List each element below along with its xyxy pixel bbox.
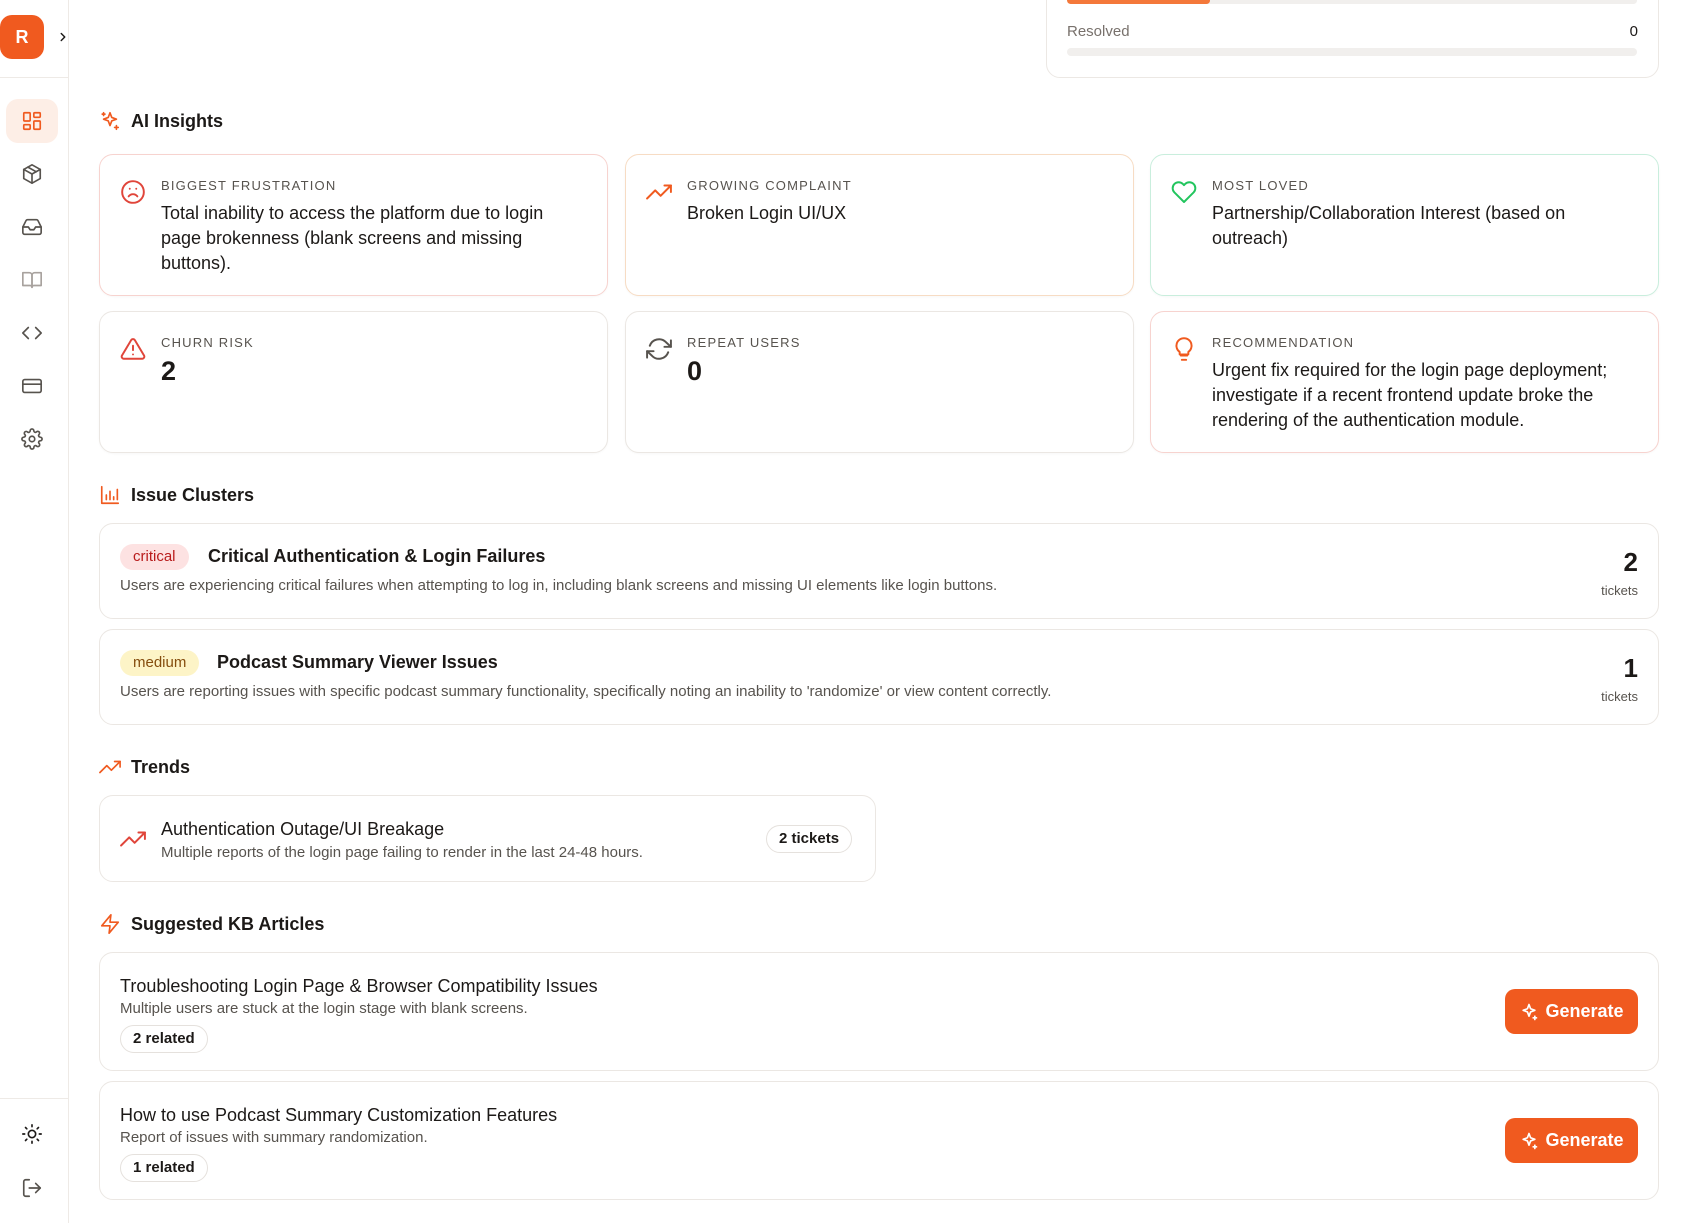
- logout-button[interactable]: [6, 1166, 58, 1210]
- status-value: 0: [1629, 23, 1638, 40]
- insight-value: 0: [687, 356, 703, 386]
- kb-article-card: How to use Podcast Summary Customization…: [99, 1081, 1659, 1200]
- insight-value: 2: [161, 356, 177, 386]
- nav-billing[interactable]: [6, 364, 58, 408]
- status-label: Resolved: [1067, 23, 1130, 40]
- insight-label: Recommendation: [1212, 335, 1355, 350]
- kb-article-description: Multiple users are stuck at the login st…: [120, 1000, 528, 1017]
- related-count-badge: 2 related: [120, 1025, 208, 1053]
- nav-dashboard[interactable]: [6, 99, 58, 143]
- status-card: Resolved 0: [1046, 0, 1659, 78]
- theme-toggle[interactable]: [6, 1112, 58, 1156]
- trend-ticket-count: 2 tickets: [766, 825, 853, 853]
- insight-repeat-users: Repeat Users 0: [625, 311, 1134, 453]
- cluster-title: Podcast Summary Viewer Issues: [217, 652, 498, 672]
- zap-icon: [100, 914, 120, 934]
- generate-button[interactable]: Generate: [1505, 989, 1638, 1034]
- cluster-card[interactable]: critical Critical Authentication & Login…: [99, 523, 1659, 619]
- generate-button[interactable]: Generate: [1505, 1118, 1638, 1163]
- settings-icon: [21, 428, 43, 450]
- chevron-right-icon: [60, 32, 66, 42]
- severity-badge: critical: [120, 544, 189, 570]
- insight-text: Partnership/Collaboration Interest (base…: [1212, 203, 1566, 248]
- insight-label: Biggest Frustration: [161, 178, 337, 193]
- nav-inbox[interactable]: [6, 205, 58, 249]
- severity-badge: medium: [120, 650, 200, 676]
- insight-biggest-frustration: Biggest Frustration Total inability to a…: [99, 154, 608, 296]
- credit-card-icon: [22, 378, 42, 394]
- lightbulb-icon: [1175, 337, 1193, 361]
- kb-article-card: Troubleshooting Login Page & Browser Com…: [99, 952, 1659, 1071]
- sparkles-icon: [1522, 1132, 1538, 1149]
- cluster-description: Users are reporting issues with specific…: [120, 683, 1052, 700]
- trend-title: Authentication Outage/UI Breakage: [161, 819, 445, 839]
- generate-button-label: Generate: [1545, 1130, 1624, 1150]
- sidebar-divider: [0, 77, 69, 78]
- sidebar: R: [0, 0, 69, 1223]
- section-issue-clusters: Issue Clusters: [99, 484, 254, 506]
- section-title-text: AI Insights: [131, 110, 224, 131]
- section-title-text: Trends: [131, 756, 191, 777]
- trend-description: Multiple reports of the login page faili…: [161, 844, 643, 861]
- insight-label: Growing Complaint: [687, 178, 852, 193]
- insight-most-loved: Most Loved Partnership/Collaboration Int…: [1150, 154, 1659, 296]
- related-count-badge: 1 related: [120, 1154, 208, 1182]
- kb-article-title: How to use Podcast Summary Customization…: [120, 1105, 558, 1125]
- heart-icon: [1171, 181, 1197, 203]
- workspace-logo[interactable]: R: [0, 15, 44, 59]
- insight-label: Churn Risk: [161, 335, 254, 350]
- dashboard-icon: [22, 111, 42, 131]
- generate-button-label: Generate: [1545, 1001, 1624, 1021]
- sparkles-icon: [1522, 1003, 1538, 1020]
- inbox-icon: [22, 218, 42, 236]
- insight-text: Broken Login UI/UX: [687, 203, 847, 223]
- code-icon: [22, 326, 42, 340]
- cluster-title: Critical Authentication & Login Failures: [208, 546, 546, 566]
- nav-products[interactable]: [6, 152, 58, 196]
- frown-icon: [121, 180, 145, 204]
- trending-up-icon: [99, 760, 121, 774]
- expand-sidebar-button[interactable]: [52, 24, 74, 50]
- insight-churn-risk: Churn Risk 2: [99, 311, 608, 453]
- cluster-ticket-unit: tickets: [1601, 583, 1638, 598]
- cluster-card[interactable]: medium Podcast Summary Viewer Issues Use…: [99, 629, 1659, 725]
- main-content: Resolved 0 AI Insights Biggest Frustrati…: [99, 0, 1659, 1223]
- insight-text: Total inability to access the platform d…: [161, 203, 544, 273]
- section-trends: Trends: [99, 756, 190, 778]
- insight-growing-complaint: Growing Complaint Broken Login UI/UX: [625, 154, 1134, 296]
- nav-developer[interactable]: [6, 311, 58, 355]
- cluster-ticket-count: 2: [1623, 547, 1638, 577]
- section-ai-insights: AI Insights: [99, 110, 223, 132]
- trending-up-icon: [120, 831, 146, 847]
- refresh-icon: [646, 338, 672, 360]
- sparkles-icon: [101, 111, 120, 131]
- trend-card[interactable]: Authentication Outage/UI Breakage Multip…: [99, 795, 876, 882]
- cluster-description: Users are experiencing critical failures…: [120, 577, 998, 594]
- trending-up-icon: [646, 184, 672, 200]
- warning-icon: [120, 338, 146, 360]
- nav-knowledge-base[interactable]: [6, 258, 58, 302]
- kb-article-description: Report of issues with summary randomizat…: [120, 1129, 428, 1146]
- package-icon: [22, 164, 42, 184]
- logout-icon: [22, 1178, 42, 1198]
- bar-chart-icon: [100, 485, 120, 505]
- insight-recommendation: Recommendation Urgent fix required for t…: [1150, 311, 1659, 453]
- status-progress-bar: [1067, 0, 1637, 4]
- kb-article-title: Troubleshooting Login Page & Browser Com…: [120, 976, 598, 996]
- cluster-ticket-unit: tickets: [1601, 689, 1638, 704]
- book-icon: [22, 271, 42, 289]
- section-title-text: Issue Clusters: [131, 484, 255, 505]
- insight-label: Repeat Users: [687, 335, 801, 350]
- sun-icon: [22, 1124, 42, 1144]
- nav-settings[interactable]: [6, 417, 58, 461]
- resolved-progress-bar: [1067, 48, 1637, 56]
- section-kb-articles: Suggested KB Articles: [99, 913, 324, 935]
- sidebar-divider: [0, 1098, 69, 1099]
- section-title-text: Suggested KB Articles: [131, 913, 325, 934]
- insight-text: Urgent fix required for the login page d…: [1212, 360, 1608, 430]
- insight-label: Most Loved: [1212, 178, 1310, 193]
- cluster-ticket-count: 1: [1623, 653, 1638, 683]
